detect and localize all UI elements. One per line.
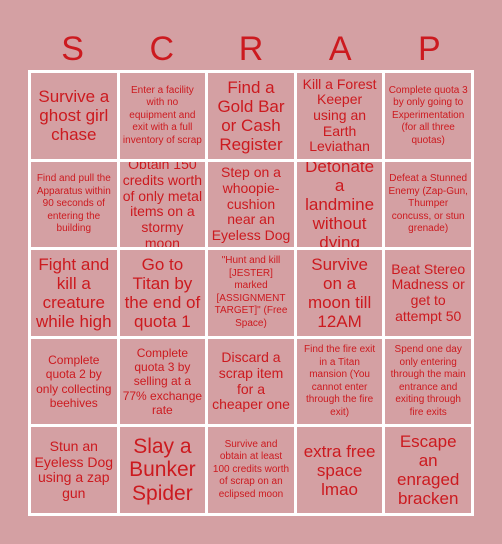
bingo-cell[interactable]: Slay a Bunker Spider	[119, 427, 206, 513]
header-letter-a: A	[328, 30, 352, 68]
header-letter-c: C	[149, 30, 175, 68]
bingo-cell[interactable]: Obtain 150 credits worth of only metal i…	[119, 161, 206, 248]
bingo-cell[interactable]: Kill a Forest Keeper using an Earth Levi…	[296, 73, 383, 159]
bingo-card: Survive a ghost girl chase Enter a facil…	[28, 70, 474, 516]
bingo-cell[interactable]: Defeat a Stunned Enemy (Zap-Gun, Thumper…	[385, 161, 471, 248]
bingo-cell[interactable]: Survive a ghost girl chase	[31, 73, 117, 159]
bingo-cell[interactable]: Find and pull the Apparatus within 90 se…	[31, 161, 117, 248]
bingo-cell[interactable]: Complete quota 3 by only going to Experi…	[385, 73, 471, 159]
bingo-cell[interactable]: Spend one day only entering through the …	[385, 338, 471, 425]
bingo-cell[interactable]: Discard a scrap item for a cheaper one	[208, 338, 294, 425]
bingo-cell[interactable]: Beat Stereo Madness or get to attempt 50	[385, 250, 471, 336]
bingo-cell[interactable]: Find the fire exit in a Titan mansion (Y…	[296, 338, 383, 425]
bingo-cell[interactable]: extra free space lmao	[296, 427, 383, 513]
bingo-cell[interactable]: Stun an Eyeless Dog using a zap gun	[31, 427, 117, 513]
bingo-cell[interactable]: Escape an enraged bracken	[385, 427, 471, 513]
bingo-cell[interactable]: Survive and obtain at least 100 credits …	[208, 427, 294, 513]
free-space-cell[interactable]: "Hunt and kill [JESTER] marked [ASSIGNME…	[208, 250, 294, 336]
header-letter-p: P	[418, 30, 441, 68]
bingo-cell[interactable]: Step on a whoopie-cushion near an Eyeles…	[208, 161, 294, 248]
header-letter-r: R	[238, 30, 264, 68]
bingo-cell[interactable]: Find a Gold Bar or Cash Register	[208, 73, 294, 159]
bingo-cell[interactable]: Detonate a landmine without dying	[296, 161, 383, 248]
bingo-cell[interactable]: Survive on a moon till 12AM	[296, 250, 383, 336]
bingo-cell[interactable]: Enter a facility with no equipment and e…	[119, 73, 206, 159]
bingo-cell[interactable]: Complete quota 2 by only collecting beeh…	[31, 338, 117, 425]
bingo-cell[interactable]: Complete quota 3 by selling at a 77% exc…	[119, 338, 206, 425]
bingo-cell[interactable]: Fight and kill a creature while high	[31, 250, 117, 336]
header-letter-s: S	[61, 30, 84, 68]
bingo-cell[interactable]: Go to Titan by the end of quota 1	[119, 250, 206, 336]
bingo-header: S C R A P	[28, 28, 474, 70]
